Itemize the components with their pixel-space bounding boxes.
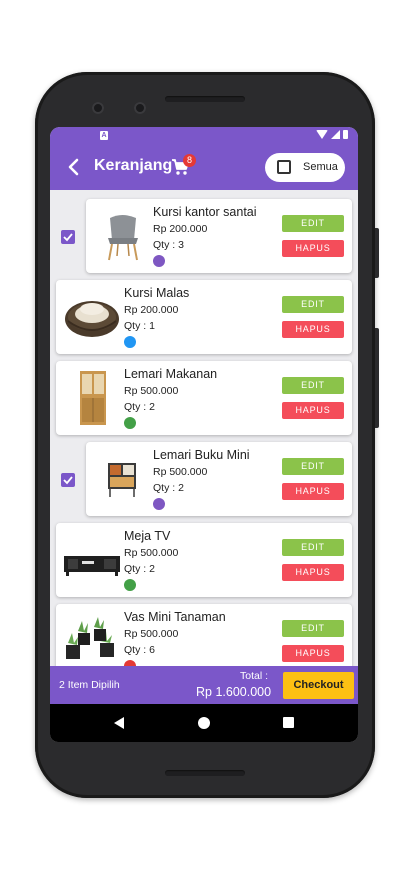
color-dot [153, 255, 165, 267]
delete-button[interactable]: HAPUS [282, 564, 344, 581]
back-arrow-icon[interactable] [64, 157, 84, 177]
item-price: Rp 200.000 [124, 304, 179, 316]
item-name: Kursi Malas [124, 286, 190, 300]
cart-item[interactable]: Kursi kantor santai Rp 200.000 Qty : 3 E… [86, 199, 352, 273]
notification-icon: A [100, 131, 108, 140]
total-label: Total : [240, 670, 269, 682]
earpiece-speaker [165, 96, 245, 102]
cart-item[interactable]: Vas Mini Tanaman Rp 500.000 Qty : 6 EDIT… [56, 604, 352, 666]
edit-button[interactable]: EDIT [282, 377, 344, 394]
check-icon [63, 476, 73, 485]
cart-badge: 8 [183, 154, 196, 167]
signal-icon [331, 130, 340, 139]
color-dot [153, 498, 165, 510]
volume-button [375, 228, 379, 278]
total-value: Rp 1.600.000 [196, 685, 272, 699]
item-quantity: Qty : 2 [124, 563, 155, 575]
item-quantity: Qty : 2 [153, 482, 184, 494]
status-bar: A [50, 127, 358, 144]
checkout-bar: 2 Item Dipilih Total : Rp 1.600.000 Chec… [50, 666, 358, 704]
cart-item[interactable]: Lemari Buku Mini Rp 500.000 Qty : 2 EDIT… [86, 442, 352, 516]
item-price: Rp 500.000 [124, 547, 179, 559]
item-quantity: Qty : 6 [124, 644, 155, 656]
nav-back-icon[interactable] [114, 717, 124, 729]
select-all-checkbox[interactable] [277, 160, 291, 174]
item-checkbox[interactable] [61, 230, 75, 244]
delete-button[interactable]: HAPUS [282, 483, 344, 500]
item-price: Rp 200.000 [153, 223, 208, 235]
system-nav-bar [50, 704, 358, 742]
edit-button[interactable]: EDIT [282, 539, 344, 556]
bookshelf-image [108, 463, 136, 497]
item-price: Rp 500.000 [124, 385, 179, 397]
color-dot [124, 336, 136, 348]
item-price: Rp 500.000 [153, 466, 208, 478]
plant-pots-image [66, 617, 114, 659]
cart-list[interactable]: Kursi kantor santai Rp 200.000 Qty : 3 E… [50, 190, 358, 666]
app-bar: Keranjang 8 Semua [50, 144, 358, 190]
checkout-button[interactable]: Checkout [283, 672, 354, 699]
edit-button[interactable]: EDIT [282, 620, 344, 637]
front-camera [92, 102, 104, 114]
cart-item[interactable]: Lemari Makanan Rp 500.000 Qty : 2 EDIT H… [56, 361, 352, 435]
color-dot [124, 417, 136, 429]
edit-button[interactable]: EDIT [282, 458, 344, 475]
item-quantity: Qty : 3 [153, 239, 184, 251]
nav-home-icon[interactable] [198, 717, 210, 729]
item-name: Kursi kantor santai [153, 205, 257, 219]
sensor [134, 102, 146, 114]
select-all-toggle[interactable]: Semua [265, 153, 345, 182]
bottom-speaker [165, 770, 245, 776]
battery-icon [343, 130, 348, 139]
cart-item[interactable]: Kursi Malas Rp 200.000 Qty : 1 EDIT HAPU… [56, 280, 352, 354]
page-title: Keranjang [94, 157, 173, 174]
item-name: Lemari Buku Mini [153, 448, 250, 462]
delete-button[interactable]: HAPUS [282, 240, 344, 257]
selected-count: 2 Item Dipilih [59, 679, 120, 691]
select-all-label: Semua [303, 161, 338, 173]
app-screen: A Keranjang 8 Semua Kursi kantor santai … [50, 127, 358, 742]
power-button [375, 328, 379, 428]
tv-table-image [64, 556, 120, 576]
item-name: Meja TV [124, 529, 171, 543]
color-dot [124, 579, 136, 591]
cart-item[interactable]: Meja TV Rp 500.000 Qty : 2 EDIT HAPUS [56, 523, 352, 597]
delete-button[interactable]: HAPUS [282, 321, 344, 338]
wifi-icon [316, 130, 328, 139]
nav-recents-icon[interactable] [283, 717, 294, 728]
item-price: Rp 500.000 [124, 628, 179, 640]
delete-button[interactable]: HAPUS [282, 645, 344, 662]
edit-button[interactable]: EDIT [282, 296, 344, 313]
item-checkbox[interactable] [61, 473, 75, 487]
lounge-chair-image [65, 301, 119, 337]
office-chair-image [108, 215, 138, 261]
edit-button[interactable]: EDIT [282, 215, 344, 232]
pantry-cabinet-image [80, 371, 106, 425]
item-name: Lemari Makanan [124, 367, 218, 381]
item-quantity: Qty : 1 [124, 320, 155, 332]
item-name: Vas Mini Tanaman [124, 610, 226, 624]
check-icon [63, 233, 73, 242]
delete-button[interactable]: HAPUS [282, 402, 344, 419]
item-quantity: Qty : 2 [124, 401, 155, 413]
